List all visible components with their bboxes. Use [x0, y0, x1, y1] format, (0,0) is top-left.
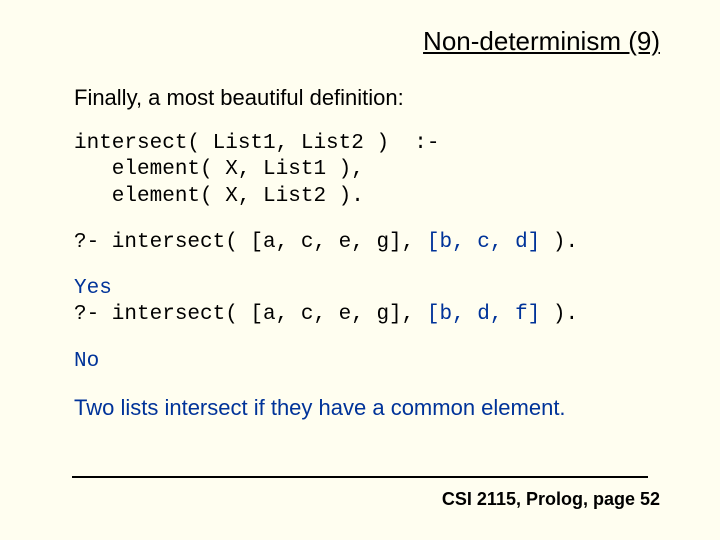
query1-prefix: ?- intersect( [a, c, e, g], — [74, 231, 427, 254]
query2-suffix: ). — [540, 303, 578, 326]
result2: No — [74, 350, 99, 373]
code-result-2: No — [74, 349, 680, 375]
conclusion-text: Two lists intersect if they have a commo… — [74, 395, 680, 421]
query1-suffix: ). — [540, 231, 578, 254]
code-result-1: Yes — [74, 276, 680, 302]
query1-arg2: [b, c, d] — [427, 231, 540, 254]
footer-text: CSI 2115, Prolog, page 52 — [442, 489, 660, 510]
code-query-2: ?- intersect( [a, c, e, g], [b, d, f] ). — [74, 302, 680, 328]
slide: Non-determinism (9) Finally, a most beau… — [0, 0, 720, 540]
query2-prefix: ?- intersect( [a, c, e, g], — [74, 303, 427, 326]
result1: Yes — [74, 277, 112, 300]
code-definition: intersect( List1, List2 ) :- element( X,… — [74, 131, 680, 210]
code-query-1: ?- intersect( [a, c, e, g], [b, c, d] ). — [74, 230, 680, 256]
intro-text: Finally, a most beautiful definition: — [74, 85, 680, 111]
query2-arg2: [b, d, f] — [427, 303, 540, 326]
divider — [72, 476, 648, 478]
slide-title: Non-determinism (9) — [40, 26, 660, 57]
